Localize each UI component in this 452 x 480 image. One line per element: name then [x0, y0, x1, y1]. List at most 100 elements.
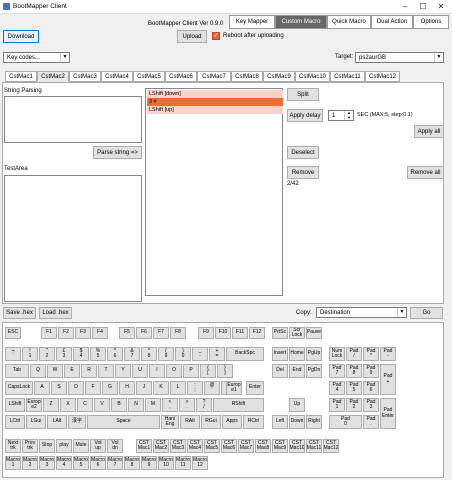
key-pad-4[interactable]: Pad 4	[329, 381, 345, 395]
tab-cstmac12[interactable]: CstMac12	[365, 71, 400, 82]
tab-cstmac6[interactable]: CstMac6	[165, 71, 197, 82]
tab-cstmac4[interactable]: CstMac4	[101, 71, 133, 82]
key-pgup[interactable]: PgUp	[306, 347, 322, 361]
key-l[interactable]: L	[170, 381, 186, 395]
key-cst-mac8[interactable]: CST Mac8	[255, 439, 271, 453]
key-pad-2[interactable]: Pad 2	[346, 398, 362, 412]
tab-cstmac3[interactable]: CstMac3	[69, 71, 101, 82]
key-pad-8[interactable]: Pad 8	[346, 364, 362, 378]
key-{-[[interactable]: { [	[200, 364, 216, 378]
tab-quick-macro[interactable]: Quick Macro	[327, 15, 371, 29]
upload-button[interactable]: Upload	[177, 30, 207, 43]
key-w[interactable]: W	[47, 364, 63, 378]
key-¬-`[interactable]: ¬ `	[5, 347, 21, 361]
key-cst-mac3[interactable]: CST Mac3	[170, 439, 186, 453]
key-m[interactable]: M	[145, 398, 161, 412]
key-e[interactable]: E	[64, 364, 80, 378]
key-f12[interactable]: F12	[249, 327, 265, 339]
key-insert[interactable]: Insert	[272, 347, 288, 361]
parse-string-button[interactable]: Parse string =>	[93, 146, 142, 159]
key-"-2[interactable]: " 2	[39, 347, 55, 361]
key-k[interactable]: K	[153, 381, 169, 395]
key-pad-9[interactable]: Pad 9	[363, 364, 379, 378]
key-end[interactable]: End	[289, 364, 305, 378]
tab-cstmac1[interactable]: CstMac1	[5, 71, 37, 82]
key-capslock[interactable]: CapsLock	[5, 381, 33, 395]
key-ralt[interactable]: RAlt	[180, 415, 200, 429]
key-f7[interactable]: F7	[153, 327, 169, 339]
key-macro-12[interactable]: Macro 12	[192, 456, 208, 470]
key-han/-eng[interactable]: Han/ Eng	[161, 415, 179, 429]
apply-all-button[interactable]: Apply all	[414, 125, 444, 138]
key-mute[interactable]: Mute	[73, 439, 89, 453]
deselect-button[interactable]: Deselect	[287, 146, 319, 159]
key-vol-dn[interactable]: Vol dn	[107, 439, 123, 453]
remove-button[interactable]: Remove	[287, 166, 319, 179]
key-cst-mac5[interactable]: CST Mac5	[204, 439, 220, 453]
key-macro-2[interactable]: Macro 2	[22, 456, 38, 470]
key-f4[interactable]: F4	[92, 327, 108, 339]
key-home[interactable]: Home	[289, 347, 305, 361]
key-u[interactable]: U	[132, 364, 148, 378]
key-num-lock[interactable]: Num Lock	[329, 347, 345, 361]
key-}-][interactable]: } ]	[217, 364, 233, 378]
remove-all-button[interactable]: Remove all	[407, 166, 444, 179]
key-_--[interactable]: _ -	[192, 347, 208, 361]
key-q[interactable]: Q	[30, 364, 46, 378]
key-n[interactable]: N	[128, 398, 144, 412]
key-:-;[interactable]: : ;	[187, 381, 203, 395]
key-macro-6[interactable]: Macro 6	[90, 456, 106, 470]
key-p[interactable]: P	[183, 364, 199, 378]
key-£-3[interactable]: £ 3	[56, 347, 72, 361]
key-left[interactable]: Left	[272, 415, 288, 429]
key-enter[interactable]: Enter	[246, 381, 264, 395]
key-stop[interactable]: Stop	[39, 439, 55, 453]
key-europ-e1[interactable]: Europ e1	[226, 381, 242, 395]
tab-custom-macro[interactable]: Custom Macro	[275, 15, 327, 29]
key-!-1[interactable]: ! 1	[22, 347, 38, 361]
reboot-checkbox[interactable]: ✓	[212, 32, 220, 40]
tab-cstmac2[interactable]: CstMac2	[37, 71, 69, 82]
key-rgui[interactable]: RGui	[201, 415, 221, 429]
close-icon[interactable]: ✕	[432, 0, 450, 13]
key-pad-*[interactable]: Pad *	[363, 347, 379, 361]
key-rshift[interactable]: RShift	[213, 398, 264, 412]
test-area-input[interactable]	[4, 175, 142, 302]
key-v[interactable]: V	[94, 398, 110, 412]
key-%-5[interactable]: % 5	[90, 347, 106, 361]
key-cst-mac2[interactable]: CST Mac2	[153, 439, 169, 453]
tab-cstmac10[interactable]: CstMac10	[295, 71, 330, 82]
spinner-arrows-icon[interactable]: ▲ ▼	[344, 110, 353, 120]
key-lctrl[interactable]: LCtrl	[5, 415, 25, 429]
keycodes-dropdown[interactable]: Key codes... ▼	[3, 52, 70, 63]
key-cst-mac10[interactable]: CST Mac10	[289, 439, 305, 453]
copy-destination-dropdown[interactable]: Destination ▼	[316, 307, 407, 318]
key-)-0[interactable]: ) 0	[175, 347, 191, 361]
key-down[interactable]: Down	[289, 415, 305, 429]
key-lalt[interactable]: LAlt	[47, 415, 67, 429]
tab-cstmac7[interactable]: CstMac7	[197, 71, 231, 82]
key-$-4[interactable]: $ 4	[73, 347, 89, 361]
key-prtsc[interactable]: PrtSc	[272, 327, 288, 339]
key-cst-mac9[interactable]: CST Mac9	[272, 439, 288, 453]
key-f5[interactable]: F5	[119, 327, 135, 339]
key-pad-0[interactable]: Pad 0	[329, 415, 362, 429]
key-europ-e2[interactable]: Europ e2	[26, 398, 42, 412]
key-+-=[interactable]: + =	[209, 347, 225, 361]
key-pad--[interactable]: Pad -	[380, 347, 396, 361]
key-pause[interactable]: Pause	[306, 327, 322, 339]
key-&-7[interactable]: & 7	[124, 347, 140, 361]
load-hex-button[interactable]: Load .hex	[39, 307, 72, 319]
target-dropdown[interactable]: ps2aurGB ▼	[355, 52, 444, 63]
key-macro-11[interactable]: Macro 11	[175, 456, 191, 470]
key-up[interactable]: Up	[289, 398, 305, 412]
key-f[interactable]: F	[85, 381, 101, 395]
key-a[interactable]: A	[34, 381, 50, 395]
key-i[interactable]: I	[149, 364, 165, 378]
key-f2[interactable]: F2	[58, 327, 74, 339]
key-?-/[interactable]: ? /	[196, 398, 212, 412]
key-cst-mac12[interactable]: CST Mac12	[323, 439, 339, 453]
tab-cstmac5[interactable]: CstMac5	[133, 71, 165, 82]
key-pad-/[interactable]: Pad /	[346, 347, 362, 361]
key-b[interactable]: B	[111, 398, 127, 412]
